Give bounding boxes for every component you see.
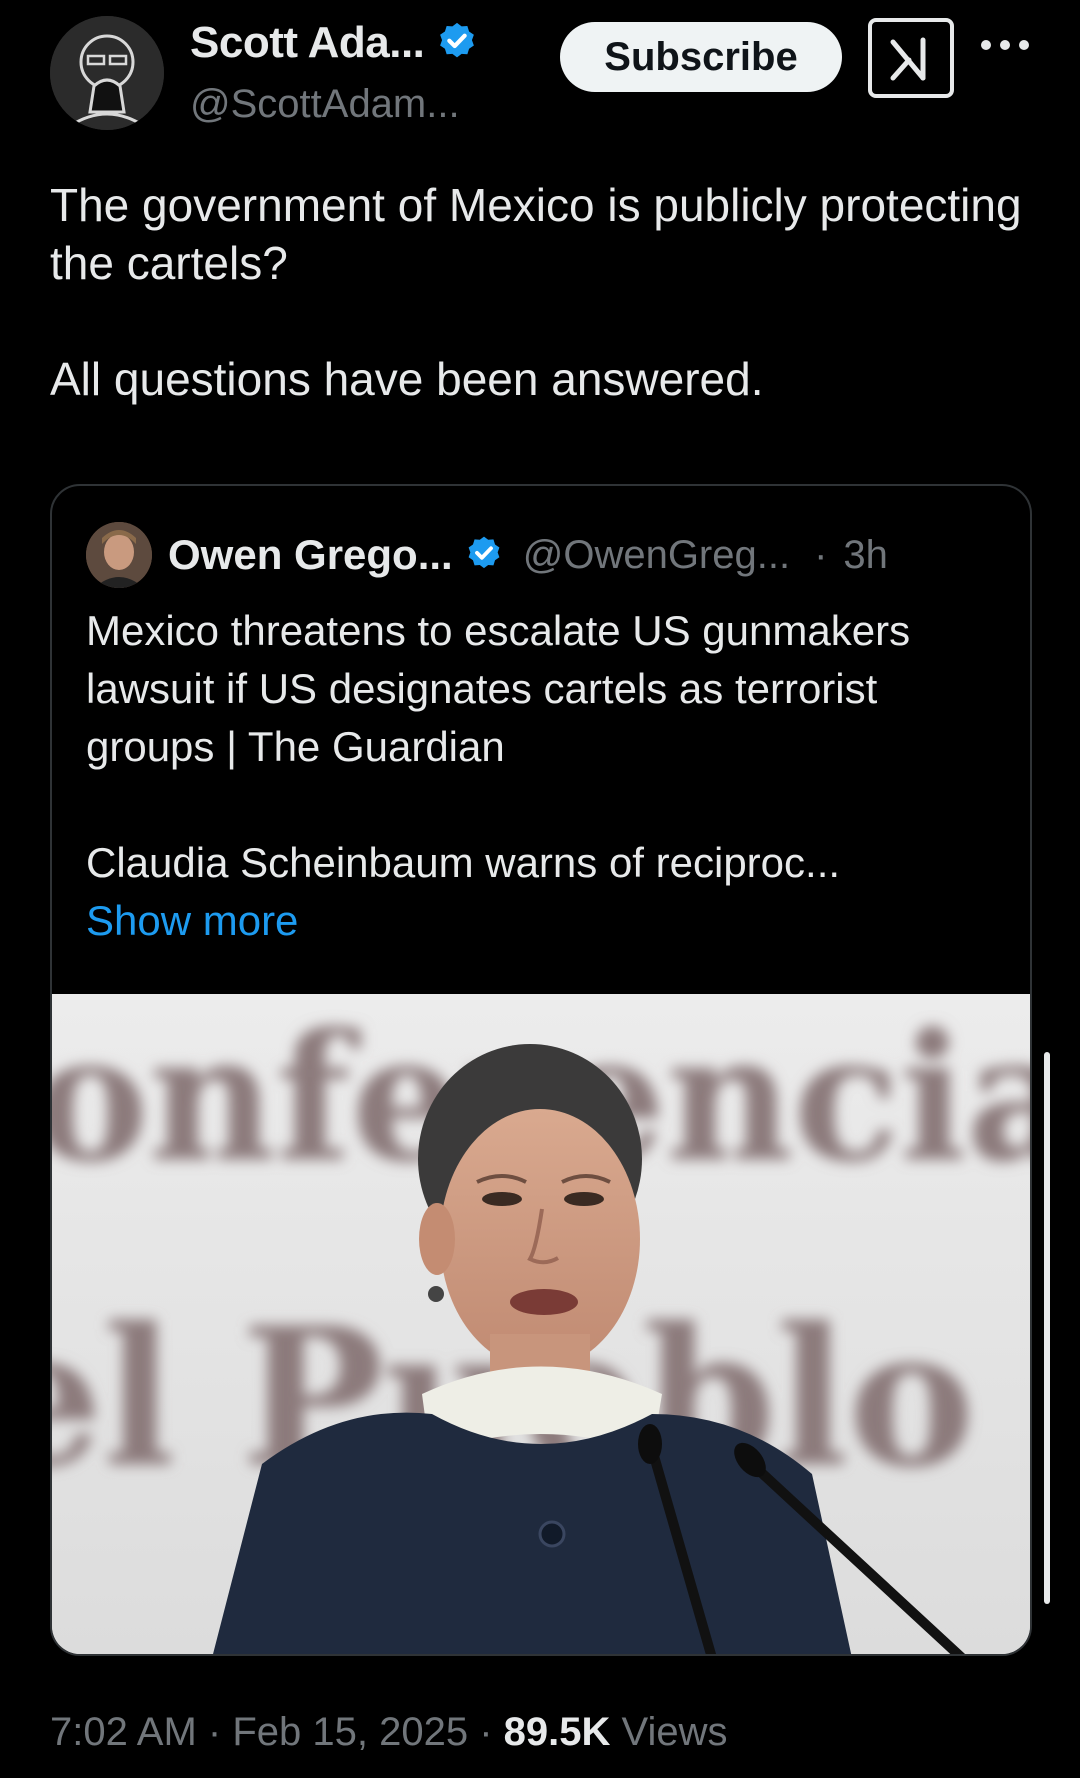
verified-badge-icon xyxy=(440,22,475,58)
quoted-tweet[interactable]: Owen Grego... @OwenGreg... · 3h Mexico t… xyxy=(50,484,1032,1656)
scrollbar[interactable] xyxy=(1044,1052,1050,1604)
views-label: Views xyxy=(621,1710,728,1754)
tweet-meta: 7:02 AM · Feb 15, 2025 · 89.5K Views xyxy=(50,1710,728,1755)
tweet-line-2: All questions have been answered. xyxy=(50,353,764,405)
views-count: 89.5K xyxy=(503,1710,611,1754)
author-handle[interactable]: @ScottAdam... xyxy=(190,82,460,127)
author-name-row: Scott Ada... xyxy=(190,18,480,68)
quote-header: Owen Grego... @OwenGreg... · 3h xyxy=(86,522,888,588)
quote-author-name[interactable]: Owen Grego... xyxy=(168,531,453,579)
quote-author-avatar[interactable] xyxy=(86,522,152,588)
show-more-link[interactable]: Show more xyxy=(86,892,298,950)
meta-separator: · xyxy=(479,1710,493,1754)
tweet-page: Scott Ada... @ScottAdam... Subscribe The… xyxy=(0,0,1080,1778)
quote-timestamp[interactable]: 3h xyxy=(843,533,888,578)
press-conference-photo: onferencia el Pueblo xyxy=(52,994,1030,1654)
quote-paragraph-1: Mexico threatens to escalate US gunmaker… xyxy=(86,607,911,770)
quote-text: Mexico threatens to escalate US gunmaker… xyxy=(86,602,1016,892)
quote-author-handle[interactable]: @OwenGreg... xyxy=(523,533,790,578)
tweet-line-1: The government of Mexico is publicly pro… xyxy=(50,179,1022,289)
avatar-illustration xyxy=(50,16,164,130)
post-date[interactable]: Feb 15, 2025 xyxy=(232,1710,468,1754)
tweet-text: The government of Mexico is publicly pro… xyxy=(50,176,1040,408)
quote-media-image[interactable]: onferencia el Pueblo xyxy=(52,994,1030,1654)
quote-avatar-photo xyxy=(86,522,152,588)
grok-icon xyxy=(890,37,926,81)
grok-button[interactable] xyxy=(868,18,954,98)
more-options-button[interactable] xyxy=(980,30,1030,60)
meta-separator: · xyxy=(207,1710,222,1754)
author-avatar[interactable] xyxy=(50,16,164,130)
verified-badge-icon xyxy=(468,536,500,569)
post-time[interactable]: 7:02 AM xyxy=(50,1710,197,1754)
subscribe-button[interactable]: Subscribe xyxy=(560,22,842,92)
quote-paragraph-2: Claudia Scheinbaum warns of reciproc... xyxy=(86,839,841,886)
quote-separator: · xyxy=(814,532,828,577)
more-dots-icon xyxy=(981,40,1029,50)
author-name[interactable]: Scott Ada... xyxy=(190,18,425,68)
